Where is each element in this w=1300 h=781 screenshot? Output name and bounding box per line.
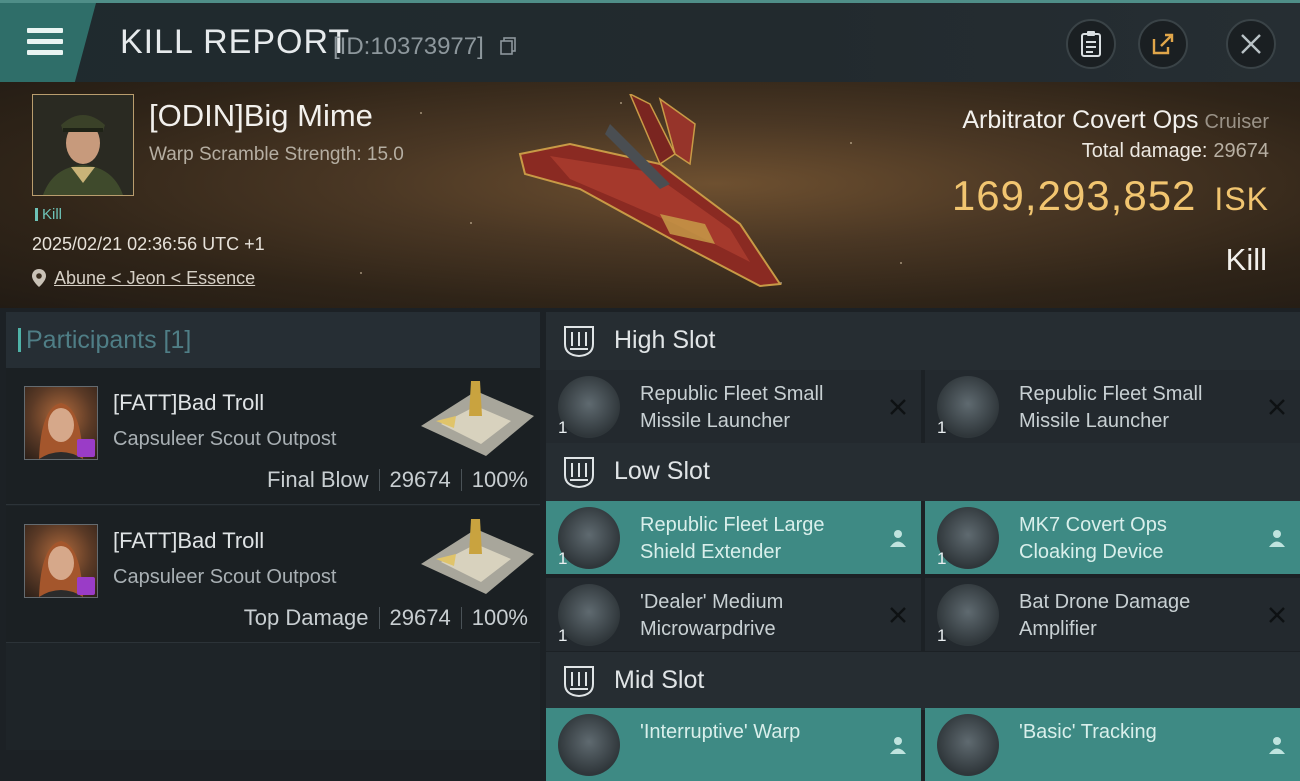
module-name: MK7 Covert Ops Cloaking Device [1019, 514, 1167, 563]
low-slot-label: Low Slot [614, 457, 710, 485]
isk-amount: 169,293,852 [951, 172, 1197, 219]
dropped-person-icon [1269, 530, 1285, 547]
module-name: Republic Fleet Small Missile Launcher [640, 383, 824, 432]
close-button[interactable] [1226, 19, 1276, 69]
fitting-panel: High Slot 1 Republic Fleet Small Missile … [546, 312, 1300, 781]
participant-percent: 100% [471, 467, 528, 492]
participant-name: [FATT]Bad Troll [113, 390, 265, 415]
pilot-avatar-icon [33, 95, 133, 195]
total-damage: Total damage: 29674 [1082, 140, 1269, 163]
kill-tag: Kill [35, 206, 62, 223]
module-item[interactable]: 'Interruptive' Warp [546, 708, 921, 781]
close-icon [1241, 34, 1261, 54]
participants-title: Participants [1] [17, 326, 192, 354]
module-name: Bat Drone Damage Amplifier [1019, 591, 1191, 640]
mid-slot-icon [564, 666, 594, 698]
page-title: KILL REPORT [120, 23, 351, 61]
low-slot-icon [564, 457, 594, 489]
high-slot-label: High Slot [614, 326, 716, 354]
victim-banner: [ODIN]Big Mime Warp Scramble Strength: 1… [0, 82, 1300, 308]
high-slot-icon [564, 326, 594, 358]
share-button[interactable] [1138, 19, 1188, 69]
dropped-person-icon [1269, 737, 1285, 754]
module-qty: 1 [937, 626, 947, 645]
destroyed-x-icon [890, 399, 906, 415]
participants-header[interactable]: Participants [1] [6, 312, 540, 368]
copy-icon[interactable] [500, 37, 516, 55]
module-qty: 1 [937, 549, 947, 568]
ship-type: Arbitrator Covert Ops [962, 106, 1199, 134]
participant-stats: Final Blow 29674 100% [267, 467, 528, 493]
destroyed-x-icon [1269, 607, 1285, 623]
victim-portrait[interactable] [32, 94, 134, 196]
dropped-person-icon [890, 530, 906, 547]
menu-button[interactable] [0, 3, 96, 82]
module-qty: 1 [937, 418, 947, 437]
total-damage-label: Total damage: [1081, 140, 1208, 162]
participant-damage: 29674 [389, 605, 451, 630]
module-item[interactable]: 1 Bat Drone Damage Amplifier [925, 578, 1300, 651]
participant-stats: Top Damage 29674 100% [244, 605, 528, 631]
warp-scramble-strength: Warp Scramble Strength: 15.0 [149, 144, 404, 165]
participant-damage: 29674 [389, 467, 451, 492]
participant-ship: Capsuleer Scout Outpost [113, 566, 337, 588]
clipboard-icon [1081, 31, 1101, 57]
participant-role: Final Blow [267, 467, 369, 492]
participant-row[interactable]: [FATT]Bad Troll Capsuleer Scout Outpost … [6, 368, 540, 505]
high-slot-header: High Slot [546, 312, 1300, 370]
kill-outcome: Kill [1225, 242, 1267, 277]
clipboard-button[interactable] [1066, 19, 1116, 69]
module-name: 'Interruptive' Warp [640, 721, 801, 743]
participant-percent: 100% [471, 605, 528, 630]
module-name: Republic Fleet Large Shield Extender [640, 514, 825, 563]
outpost-structure-icon [421, 519, 534, 594]
module-name: Republic Fleet Small Missile Launcher [1019, 383, 1203, 432]
module-name: 'Basic' Tracking [1019, 721, 1157, 743]
module-name: 'Dealer' Medium Microwarpdrive [640, 591, 784, 640]
tracking-computer-icon [937, 714, 999, 776]
victim-name[interactable]: [ODIN]Big Mime [149, 98, 373, 134]
isk-unit: ISK [1214, 181, 1269, 217]
module-item[interactable]: 1 Republic Fleet Large Shield Extender [546, 501, 921, 574]
total-damage-value: 29674 [1213, 140, 1269, 162]
kill-datetime: 2025/02/21 02:36:56 UTC +1 [32, 234, 265, 254]
module-item[interactable]: 1 Republic Fleet Small Missile Launcher [546, 370, 921, 443]
ship-render-icon [518, 94, 782, 288]
destroyed-x-icon [890, 607, 906, 623]
share-icon [1152, 33, 1174, 55]
module-item[interactable]: 1 'Dealer' Medium Microwarpdrive [546, 578, 921, 651]
mid-slot-header: Mid Slot [546, 652, 1300, 710]
participant-avatar [24, 386, 98, 460]
dropped-person-icon [890, 737, 906, 754]
security-badge-icon [77, 577, 95, 595]
module-qty: 1 [558, 549, 568, 568]
warp-disruptor-icon [558, 714, 620, 776]
ship-class: Cruiser [1204, 111, 1269, 133]
security-badge-icon [77, 439, 95, 457]
location-link[interactable]: Abune < Jeon < Essence [54, 268, 255, 289]
module-item[interactable]: 1 Republic Fleet Small Missile Launcher [925, 370, 1300, 443]
outpost-structure-icon [421, 381, 534, 456]
participant-ship: Capsuleer Scout Outpost [113, 428, 337, 450]
mid-slot-label: Mid Slot [614, 666, 705, 694]
module-qty: 1 [558, 626, 568, 645]
low-slot-header: Low Slot [546, 443, 1300, 501]
location-pin-icon [32, 269, 46, 287]
top-bar: KILL REPORT [ID:10373977] [0, 0, 1300, 82]
participant-name: [FATT]Bad Troll [113, 528, 265, 553]
isk-value: 169,293,852 ISK [952, 172, 1269, 220]
report-id: [ID:10373977] [333, 33, 484, 60]
destroyed-x-icon [1269, 399, 1285, 415]
participant-row[interactable]: [FATT]Bad Troll Capsuleer Scout Outpost … [6, 506, 540, 643]
module-item[interactable]: 'Basic' Tracking [925, 708, 1300, 781]
module-qty: 1 [558, 418, 568, 437]
module-item[interactable]: 1 MK7 Covert Ops Cloaking Device [925, 501, 1300, 574]
participant-role: Top Damage [243, 605, 369, 630]
participants-panel: Participants [1] [FATT]Bad Troll Capsule… [6, 312, 540, 750]
ship-name[interactable]: Arbitrator Covert Ops Cruiser [962, 106, 1269, 135]
participant-avatar [24, 524, 98, 598]
